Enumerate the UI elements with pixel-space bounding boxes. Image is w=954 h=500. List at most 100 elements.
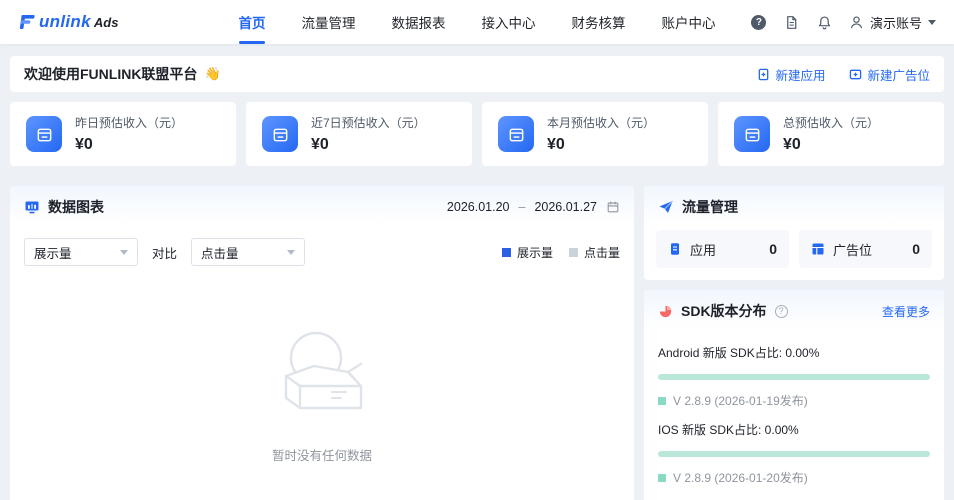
wallet-icon xyxy=(262,116,298,152)
date-range-picker[interactable]: 2026.01.20 – 2026.01.27 xyxy=(447,200,620,214)
wallet-icon xyxy=(498,116,534,152)
wallet-icon xyxy=(734,116,770,152)
traffic-panel-title: 流量管理 xyxy=(658,197,738,217)
sdk-body: Android 新版 SDK占比: 0.00% V 2.8.9 (2026-01… xyxy=(644,332,944,500)
right-column: 流量管理 应用 0 广告位 xyxy=(644,186,944,500)
metric-select[interactable]: 展示量 xyxy=(24,238,138,266)
new-app-link[interactable]: 新建应用 xyxy=(757,65,825,84)
stat-label: 近7日预估收入（元） xyxy=(311,114,426,131)
account-menu[interactable]: 演示账号 xyxy=(849,13,936,32)
nav-item-traffic[interactable]: 流量管理 xyxy=(302,0,356,44)
calendar-icon xyxy=(606,200,620,214)
stat-value: ¥0 xyxy=(783,136,879,154)
chart-empty-state: 暂时没有任何数据 xyxy=(10,274,634,464)
sdk-ios-version: V 2.8.9 (2026-01-20发布) xyxy=(658,469,930,486)
info-question-icon[interactable]: ? xyxy=(775,305,788,318)
welcome-title: 欢迎使用FUNLINK联盟平台 xyxy=(24,64,197,84)
new-adslot-link[interactable]: 新建广告位 xyxy=(849,65,930,84)
version-swatch xyxy=(658,397,666,405)
header-actions: ? 演示账号 xyxy=(716,13,937,32)
traffic-panel-header: 流量管理 xyxy=(644,186,944,228)
sdk-panel-title: SDK版本分布 ? xyxy=(658,301,788,321)
app-doc-icon xyxy=(668,242,682,256)
logo-text-sub: Ads xyxy=(94,15,119,30)
legend-clicks[interactable]: 点击量 xyxy=(569,244,620,261)
welcome-actions: 新建应用 新建广告位 xyxy=(757,65,930,84)
stat-label: 昨日预估收入（元） xyxy=(75,114,183,131)
notification-bell-icon[interactable] xyxy=(816,13,834,31)
document-icon[interactable] xyxy=(783,13,801,31)
chevron-down-icon xyxy=(120,250,128,255)
chart-controls: 展示量 对比 点击量 展示量 点击量 xyxy=(10,228,634,274)
stat-value: ¥0 xyxy=(311,136,426,154)
wallet-icon xyxy=(26,116,62,152)
pie-chart-icon xyxy=(658,304,673,319)
welcome-bar: 欢迎使用FUNLINK联盟平台 👋 新建应用 新建广告位 xyxy=(10,56,944,92)
nav-item-account[interactable]: 账户中心 xyxy=(662,0,716,44)
adslots-card[interactable]: 广告位 0 xyxy=(799,230,932,268)
adslot-grid-icon xyxy=(811,242,825,256)
nav-item-integration[interactable]: 接入中心 xyxy=(482,0,536,44)
chevron-down-icon xyxy=(928,20,936,25)
stat-label: 本月预估收入（元） xyxy=(547,114,655,131)
wave-emoji: 👋 xyxy=(204,66,220,82)
stats-row: 昨日预估收入（元） ¥0 近7日预估收入（元） ¥0 本月预估收入（元） ¥0 xyxy=(10,102,944,166)
stat-label: 总预估收入（元） xyxy=(783,114,879,131)
date-end: 2026.01.27 xyxy=(534,200,597,214)
nav-item-reports[interactable]: 数据报表 xyxy=(392,0,446,44)
sdk-ios-progress-bar xyxy=(658,451,930,457)
help-icon[interactable]: ? xyxy=(750,13,768,31)
sdk-panel: SDK版本分布 ? 查看更多 Android 新版 SDK占比: 0.00% V… xyxy=(644,290,944,500)
stat-value: ¥0 xyxy=(547,136,655,154)
chart-legend: 展示量 点击量 xyxy=(502,244,620,261)
compare-label: 对比 xyxy=(152,243,177,262)
sdk-android-label: Android 新版 SDK占比: 0.00% xyxy=(658,344,930,361)
sdk-android-progress-bar xyxy=(658,374,930,380)
stat-card-total: 总预估收入（元） ¥0 xyxy=(718,102,944,166)
chart-panel: 数据图表 2026.01.20 – 2026.01.27 展示量 对比 点击量 xyxy=(10,186,634,500)
top-nav: unlink Ads 首页 流量管理 数据报表 接入中心 财务核算 账户中心 ?… xyxy=(0,0,954,44)
account-name: 演示账号 xyxy=(870,13,922,32)
help-question-glyph: ? xyxy=(751,15,766,30)
version-swatch xyxy=(658,474,666,482)
logo: unlink Ads xyxy=(18,12,239,32)
nav-item-home[interactable]: 首页 xyxy=(239,0,266,44)
main-content: 数据图表 2026.01.20 – 2026.01.27 展示量 对比 点击量 xyxy=(10,186,944,500)
user-icon xyxy=(849,15,864,30)
new-adslot-icon xyxy=(849,68,862,81)
chart-panel-title: 数据图表 xyxy=(24,197,104,217)
view-more-link[interactable]: 查看更多 xyxy=(882,303,930,320)
empty-text: 暂时没有任何数据 xyxy=(10,445,634,464)
traffic-body: 应用 0 广告位 0 xyxy=(644,228,944,280)
welcome-text: 欢迎使用FUNLINK联盟平台 👋 xyxy=(24,64,221,84)
sdk-panel-header: SDK版本分布 ? 查看更多 xyxy=(644,290,944,332)
stat-card-month: 本月预估收入（元） ¥0 xyxy=(482,102,708,166)
apps-count: 0 xyxy=(769,241,777,257)
logo-icon xyxy=(18,13,36,31)
compare-metric-select[interactable]: 点击量 xyxy=(191,238,305,266)
chart-icon xyxy=(24,199,40,215)
nav-item-finance[interactable]: 财务核算 xyxy=(572,0,626,44)
stat-card-7days: 近7日预估收入（元） ¥0 xyxy=(246,102,472,166)
sdk-android-version: V 2.8.9 (2026-01-19发布) xyxy=(658,392,930,409)
empty-box-illustration xyxy=(262,326,382,422)
stat-card-yesterday: 昨日预估收入（元） ¥0 xyxy=(10,102,236,166)
main-nav: 首页 流量管理 数据报表 接入中心 财务核算 账户中心 xyxy=(239,0,716,44)
legend-swatch-impressions xyxy=(502,248,511,257)
new-app-icon xyxy=(757,68,770,81)
date-start: 2026.01.20 xyxy=(447,200,510,214)
paper-plane-icon xyxy=(658,199,674,215)
apps-label: 应用 xyxy=(690,240,716,259)
traffic-panel: 流量管理 应用 0 广告位 xyxy=(644,186,944,280)
legend-impressions[interactable]: 展示量 xyxy=(502,244,553,261)
chart-panel-header: 数据图表 2026.01.20 – 2026.01.27 xyxy=(10,186,634,228)
logo-text-main: unlink xyxy=(39,12,91,32)
stat-value: ¥0 xyxy=(75,136,183,154)
apps-card[interactable]: 应用 0 xyxy=(656,230,789,268)
adslots-count: 0 xyxy=(912,241,920,257)
date-separator: – xyxy=(518,200,525,214)
legend-swatch-clicks xyxy=(569,248,578,257)
adslots-label: 广告位 xyxy=(833,240,872,259)
chevron-down-icon xyxy=(287,250,295,255)
sdk-ios-label: IOS 新版 SDK占比: 0.00% xyxy=(658,421,930,438)
